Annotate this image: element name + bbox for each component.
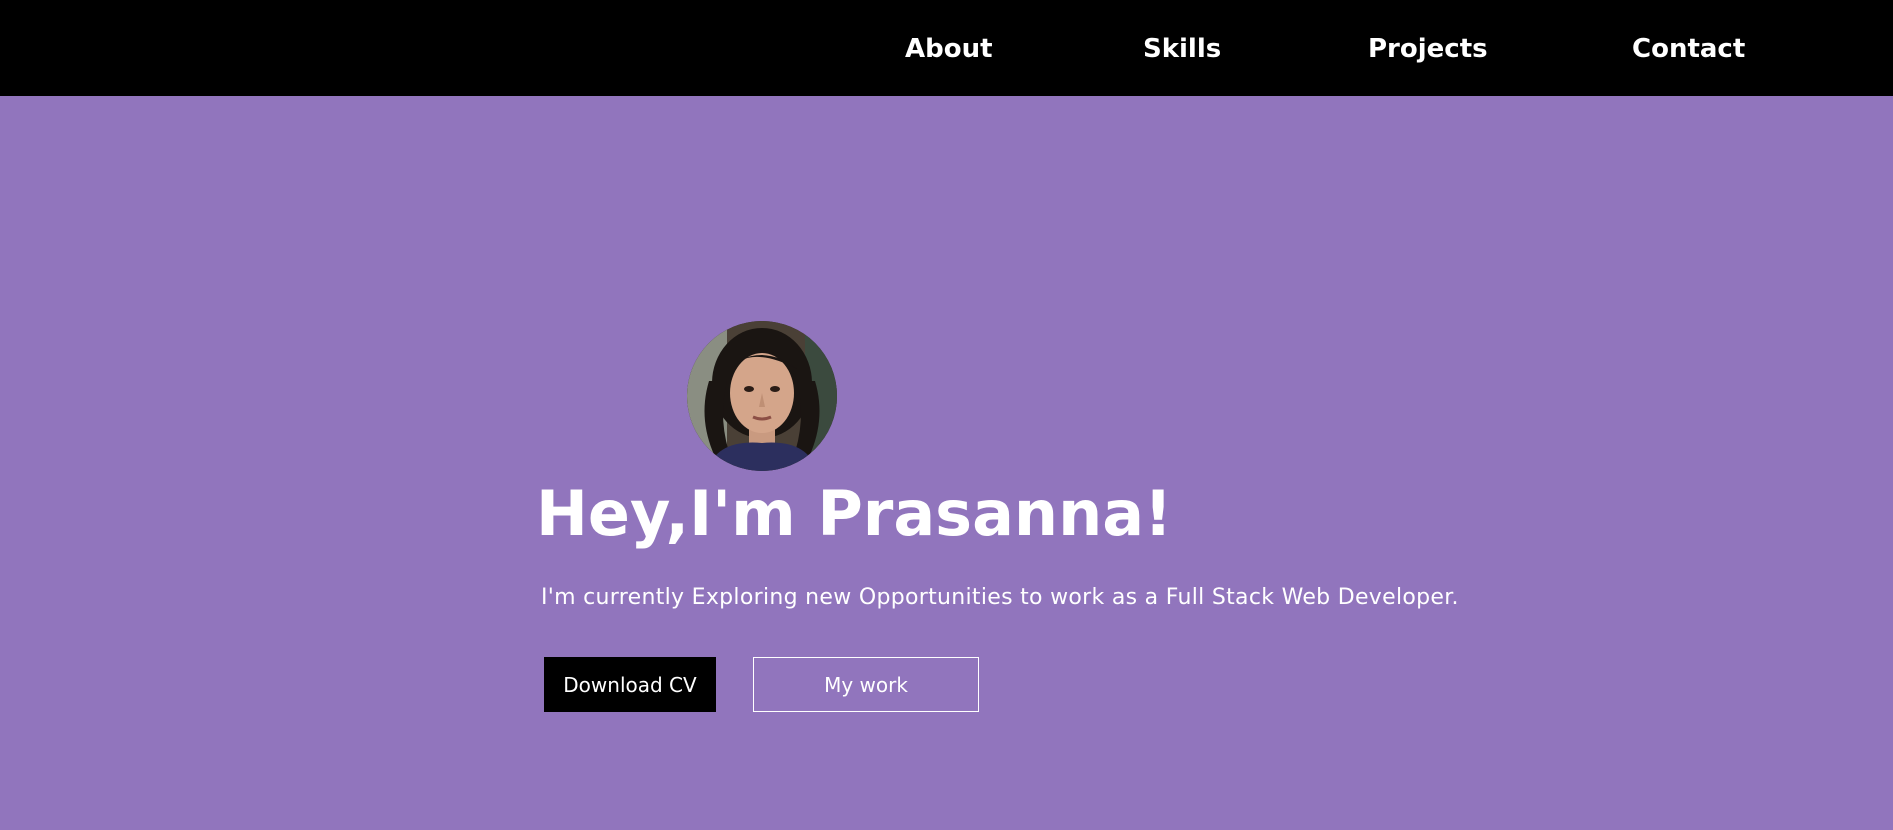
- hero-subtitle: I'm currently Exploring new Opportunitie…: [541, 585, 1459, 610]
- nav-item-contact[interactable]: Contact: [1632, 32, 1745, 66]
- top-navbar: About Skills Projects Contact: [0, 0, 1893, 96]
- my-work-button[interactable]: My work: [753, 657, 979, 712]
- download-cv-button[interactable]: Download CV: [544, 657, 716, 712]
- nav-item-skills[interactable]: Skills: [1143, 32, 1221, 66]
- hero-title: Hey,I'm Prasanna!: [536, 477, 1173, 550]
- profile-photo: [687, 321, 837, 471]
- profile-avatar: [687, 321, 837, 471]
- nav-item-about[interactable]: About: [905, 32, 993, 66]
- hero-section: [0, 96, 1893, 830]
- nav-item-projects[interactable]: Projects: [1368, 32, 1488, 66]
